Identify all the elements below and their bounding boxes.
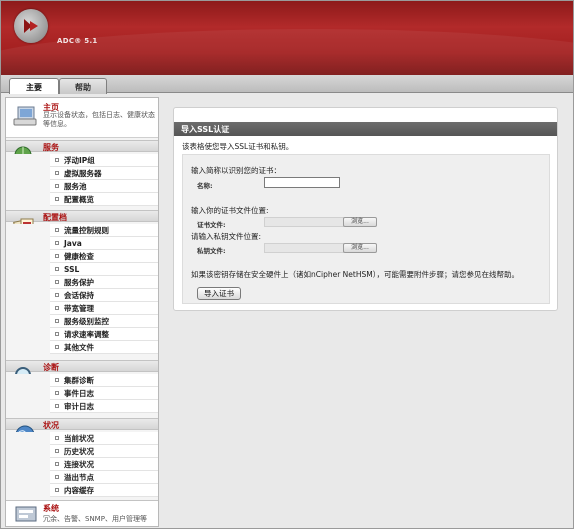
panel-title: 导入SSL认证 [174, 122, 557, 136]
sidebar-item-label: 虚拟服务器 [64, 169, 102, 178]
sidebar-item-connections[interactable]: 连接状况 [50, 458, 158, 471]
logo-icon [14, 9, 48, 43]
sidebar-item-label: SSL [64, 265, 80, 274]
sidebar-system-title: 系统 [43, 504, 59, 513]
panel-intro: 该表格使您导入SSL证书和私钥。 [182, 142, 294, 151]
sidebar-item-label: 服务池 [64, 182, 87, 191]
sidebar-item-label: 服务级别监控 [64, 317, 109, 326]
hsm-note: 如果该密钥存储在安全硬件上（诸如nCipher NetHSM），可能需要附件步骤… [191, 270, 519, 279]
sidebar-item-extra-files[interactable]: 其他文件 [50, 341, 158, 354]
sidebar-item-pools[interactable]: 服务池 [50, 180, 158, 193]
sidebar-item-floating-ip[interactable]: 浮动IP组 [50, 154, 158, 167]
sidebar-catalog-list: 流量控制规则 Java 健康检查 SSL 服务保护 会话保持 带宽管理 服务级别… [6, 224, 158, 354]
tab-help[interactable]: 帮助 [59, 78, 107, 94]
computer-icon [12, 105, 40, 131]
sidebar-item-session-persistence[interactable]: 会话保持 [50, 289, 158, 302]
sidebar-services-title: 服务 [43, 143, 59, 152]
system-settings-icon [13, 504, 41, 526]
sidebar-item-label: 健康检查 [64, 252, 94, 261]
name-label: 名称: [197, 182, 213, 190]
sidebar-item-config-summary[interactable]: 配置概览 [50, 193, 158, 206]
sidebar: 主页 显示设备状态，包括日志、健康状态等信息。 服务 浮动IP组 虚拟服务器 服… [5, 97, 159, 527]
sidebar-item-label: 集群诊断 [64, 376, 94, 385]
sidebar-diagnose-title: 诊断 [43, 363, 59, 372]
sidebar-services-list: 浮动IP组 虚拟服务器 服务池 配置概览 [6, 154, 158, 206]
sidebar-item-label: 内容缓存 [64, 486, 94, 495]
cert-label: 证书文件: [197, 221, 226, 229]
sidebar-catalog-title: 配置档 [43, 213, 67, 222]
key-file-field[interactable] [264, 243, 344, 253]
sidebar-item-current-activity[interactable]: 当前状况 [50, 432, 158, 445]
cert-browse-button[interactable]: 浏览... [343, 217, 377, 227]
sidebar-item-label: 带宽管理 [64, 304, 94, 313]
sidebar-item-ssl[interactable]: SSL [50, 263, 158, 276]
key-label: 私钥文件: [197, 247, 226, 255]
sidebar-item-audit-log[interactable]: 审计日志 [50, 400, 158, 413]
sidebar-item-content-cache[interactable]: 内容缓存 [50, 484, 158, 497]
sidebar-item-label: 审计日志 [64, 402, 94, 411]
sidebar-item-service-protection[interactable]: 服务保护 [50, 276, 158, 289]
sidebar-item-traffic-rules[interactable]: 流量控制规则 [50, 224, 158, 237]
sidebar-item-label: 配置概览 [64, 195, 94, 204]
sidebar-item-bandwidth[interactable]: 带宽管理 [50, 302, 158, 315]
sidebar-item-historical-activity[interactable]: 历史状况 [50, 445, 158, 458]
header-decoration [1, 29, 573, 75]
app-header: ADC® 5.1 [1, 1, 573, 75]
sidebar-item-label: 当前状况 [64, 434, 94, 443]
sidebar-diagnose-list: 集群诊断 事件日志 审计日志 [6, 374, 158, 413]
logo-text: ADC® 5.1 [57, 37, 98, 45]
cert-prompt: 输入你的证书文件位置: [191, 206, 269, 215]
tab-main[interactable]: 主要 [9, 78, 59, 94]
sidebar-item-health-checks[interactable]: 健康检查 [50, 250, 158, 263]
tab-bar: 主要 帮助 [1, 75, 573, 94]
sidebar-item-slm[interactable]: 服务级别监控 [50, 315, 158, 328]
sidebar-system-desc: 冗余、告警、SNMP、用户管理等 [43, 515, 147, 523]
import-certificate-button[interactable]: 导入证书 [197, 287, 241, 300]
name-input[interactable] [264, 177, 340, 188]
sidebar-item-label: 服务保护 [64, 278, 94, 287]
sidebar-item-label: 连接状况 [64, 460, 94, 469]
sidebar-item-label: 浮动IP组 [64, 156, 95, 165]
import-form: 输入简称以识别您的证书： 名称: 输入你的证书文件位置: 证书文件: 浏览...… [182, 154, 550, 304]
sidebar-item-label: 历史状况 [64, 447, 94, 456]
cert-file-field[interactable] [264, 217, 344, 227]
key-browse-button[interactable]: 浏览... [343, 243, 377, 253]
sidebar-item-label: 溢出节点 [64, 473, 94, 482]
sidebar-item-cluster-diagnosis[interactable]: 集群诊断 [50, 374, 158, 387]
sidebar-item-label: 请求速率调整 [64, 330, 109, 339]
sidebar-item-label: 事件日志 [64, 389, 94, 398]
app-window: ADC® 5.1 主要 帮助 主页 显示设备状态，包括日志、健康状态等信息。 服… [0, 0, 574, 529]
sidebar-section-home[interactable]: 主页 显示设备状态，包括日志、健康状态等信息。 [6, 98, 158, 138]
sidebar-item-draining-nodes[interactable]: 溢出节点 [50, 471, 158, 484]
sidebar-item-event-log[interactable]: 事件日志 [50, 387, 158, 400]
sidebar-item-label: 会话保持 [64, 291, 94, 300]
sidebar-home-desc: 显示设备状态，包括日志、健康状态等信息。 [43, 111, 155, 128]
sidebar-item-label: 其他文件 [64, 343, 94, 352]
sidebar-activity-list: 当前状况 历史状况 连接状况 溢出节点 内容缓存 [6, 432, 158, 497]
import-ssl-panel: 导入SSL认证 该表格使您导入SSL证书和私钥。 输入简称以识别您的证书： 名称… [173, 107, 558, 311]
sidebar-item-label: Java [64, 239, 82, 248]
name-prompt: 输入简称以识别您的证书： [191, 166, 281, 175]
key-prompt: 请输入私钥文件位置: [191, 232, 262, 241]
sidebar-item-rate-shaping[interactable]: 请求速率调整 [50, 328, 158, 341]
sidebar-item-label: 流量控制规则 [64, 226, 109, 235]
sidebar-item-java[interactable]: Java [50, 237, 158, 250]
sidebar-activity-title: 状况 [43, 421, 59, 430]
sidebar-item-virtual-servers[interactable]: 虚拟服务器 [50, 167, 158, 180]
